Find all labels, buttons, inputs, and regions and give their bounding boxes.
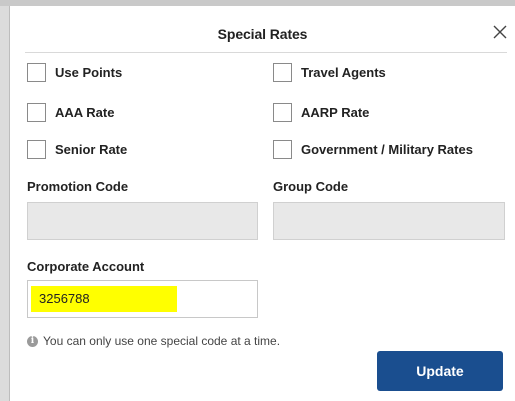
corporate-account-value: 3256788 <box>39 291 90 306</box>
checkbox-label: Travel Agents <box>301 65 386 80</box>
checkbox-box[interactable] <box>27 103 46 122</box>
checkbox-use-points[interactable]: Use Points <box>27 63 122 82</box>
checkbox-label: Use Points <box>55 65 123 80</box>
promotion-code-input[interactable] <box>27 202 258 240</box>
checkbox-travel-agents[interactable]: Travel Agents <box>273 63 386 82</box>
checkbox-label: Government / Military Rates <box>301 142 473 157</box>
info-text: You can only use one special code at a t… <box>43 334 281 348</box>
checkbox-label: AARP Rate <box>301 105 370 120</box>
checkbox-senior-rate[interactable]: Senior Rate <box>27 140 127 159</box>
info-note: i You can only use one special code at a… <box>27 334 280 348</box>
group-code-label: Group Code <box>273 179 349 194</box>
checkbox-government-military-rates[interactable]: Government / Military Rates <box>273 140 473 159</box>
promotion-code-label: Promotion Code <box>27 179 129 194</box>
checkbox-label: Senior Rate <box>55 142 128 157</box>
dialog-title: Special Rates <box>217 26 308 42</box>
checkbox-aarp-rate[interactable]: AARP Rate <box>273 103 369 122</box>
special-rates-dialog: Special Rates Use Points Travel Agents A… <box>10 6 515 401</box>
group-code-input[interactable] <box>273 202 505 240</box>
corporate-account-label: Corporate Account <box>27 259 145 274</box>
update-button[interactable]: Update <box>377 351 503 391</box>
checkbox-box[interactable] <box>27 140 46 159</box>
title-divider <box>25 52 507 53</box>
corporate-account-input[interactable]: 3256788 <box>27 280 258 318</box>
info-icon: i <box>27 335 38 347</box>
checkbox-box[interactable] <box>273 140 292 159</box>
close-icon <box>493 25 507 39</box>
checkbox-box[interactable] <box>273 63 292 82</box>
checkbox-label: AAA Rate <box>55 105 115 120</box>
checkbox-aaa-rate[interactable]: AAA Rate <box>27 103 114 122</box>
checkbox-box[interactable] <box>27 63 46 82</box>
background-page-left <box>0 6 9 401</box>
close-button[interactable] <box>488 20 512 44</box>
checkbox-box[interactable] <box>273 103 292 122</box>
